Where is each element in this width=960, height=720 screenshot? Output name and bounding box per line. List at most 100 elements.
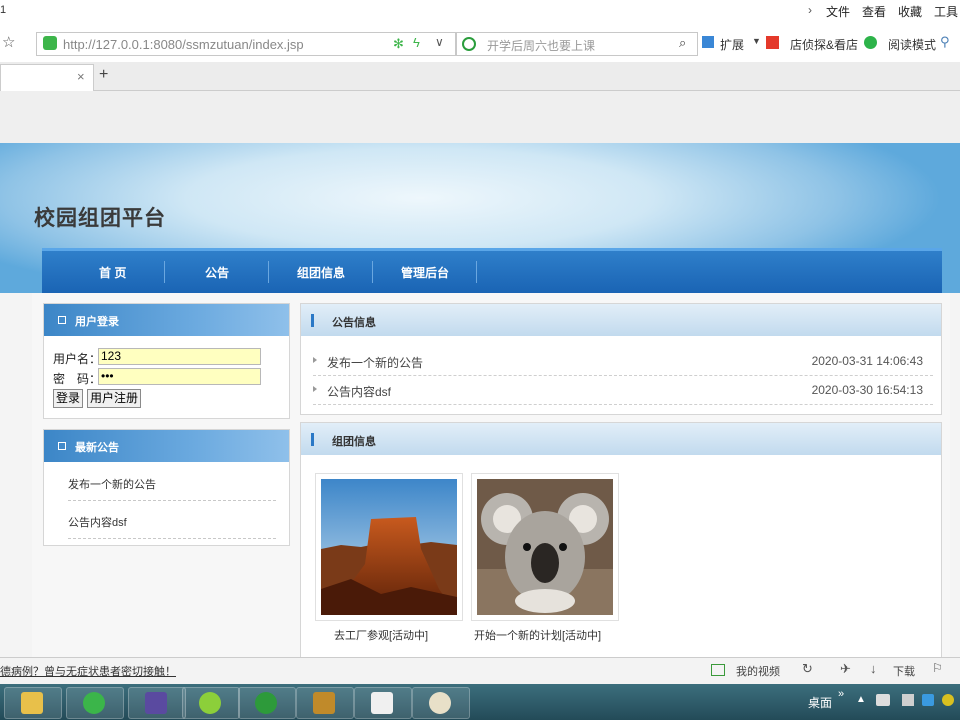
nav-admin[interactable]: 管理后台: [401, 264, 449, 281]
tray-icon[interactable]: [942, 694, 954, 706]
nav-separator: [372, 261, 373, 283]
extend-dropdown-icon[interactable]: ▼: [752, 36, 761, 46]
group-card[interactable]: [315, 473, 463, 621]
zoom-icon[interactable]: ⚲: [940, 34, 950, 50]
address-bar[interactable]: http://127.0.0.1:8080/ssmzutuan/index.js…: [36, 32, 456, 56]
register-button[interactable]: 用户注册: [87, 389, 142, 408]
ide-icon: [145, 692, 167, 714]
browser-status-bar: 德病例？曾与无症状患者密切接触！ 我的视频 ↻ ✈ ↓ 下载 ⚐: [0, 657, 960, 684]
nav-separator: [476, 261, 477, 283]
flag-icon[interactable]: ⚐: [932, 661, 943, 675]
site-title: 校园组团平台: [34, 207, 166, 230]
taskbar-app[interactable]: [182, 687, 240, 719]
tray-up-icon[interactable]: ▲: [856, 694, 866, 705]
shop-icon[interactable]: [766, 36, 779, 49]
announcements-panel: 公告信息 发布一个新的公告 2020-03-31 14:06:43 公告内容ds…: [300, 303, 942, 415]
compat-icon[interactable]: ✻: [393, 36, 404, 52]
browser-title-bar: 1 › 文件 查看 收藏 工具: [0, 0, 960, 22]
announcements-title: 公告信息: [332, 317, 376, 329]
pin-icon[interactable]: ✈: [840, 661, 851, 677]
taskbar-explorer[interactable]: [4, 687, 62, 719]
group-label[interactable]: 开始一个新的计划[活动中]: [474, 627, 601, 643]
menu-favorites[interactable]: 收藏: [898, 3, 922, 20]
group-label[interactable]: 去工厂参观[活动中]: [334, 627, 428, 643]
reading-icon[interactable]: [864, 36, 877, 49]
login-panel: 用户登录 用户名： 123 密 码： ••• 登录 用户注册: [43, 303, 290, 419]
os-taskbar: 桌面 » ▲: [0, 684, 960, 720]
nav-separator: [164, 261, 165, 283]
shield-icon: [43, 36, 57, 50]
reading-label[interactable]: 阅读模式: [888, 36, 936, 53]
expand-icon[interactable]: »: [838, 688, 844, 700]
url-text[interactable]: http://127.0.0.1:8080/ssmzutuan/index.js…: [63, 37, 304, 52]
app-icon: [429, 692, 451, 714]
lightning-icon[interactable]: ϟ: [413, 35, 420, 50]
folder-icon: [21, 692, 43, 714]
square-icon: [58, 442, 66, 450]
refresh-icon[interactable]: ↻: [802, 661, 813, 677]
menu-tools[interactable]: 工具: [934, 3, 958, 20]
search-box[interactable]: 开学后周六也要上课 ⌕: [456, 32, 698, 56]
bullet-arrow-icon: [313, 357, 317, 363]
my-videos-label[interactable]: 我的视频: [736, 663, 780, 679]
download-arrow-icon[interactable]: ↓: [870, 661, 877, 676]
announcement-row[interactable]: 发布一个新的公告 2020-03-31 14:06:43: [313, 347, 933, 376]
bullet-arrow-icon: [313, 386, 317, 392]
search-icon[interactable]: ⌕: [679, 35, 686, 51]
taskbar-ide[interactable]: [128, 687, 186, 719]
extend-icon[interactable]: [702, 36, 714, 48]
groups-panel: 组团信息 去工厂参观[活动中] 开始一个新的计划[活动中]: [300, 422, 942, 660]
login-header: 用户登录: [44, 304, 289, 336]
tray-icon[interactable]: [876, 694, 890, 706]
announcements-header: 公告信息: [301, 304, 941, 336]
search-engine-icon[interactable]: [462, 37, 476, 51]
shop-label[interactable]: 店侦探&看店: [790, 36, 858, 53]
chevron-right-icon[interactable]: ›: [808, 3, 812, 17]
browser-icon: [83, 692, 105, 714]
nav-home[interactable]: 首 页: [99, 264, 126, 281]
announcement-title[interactable]: 公告内容dsf: [327, 383, 391, 400]
groups-title: 组团信息: [332, 436, 376, 448]
announcement-title[interactable]: 发布一个新的公告: [327, 354, 423, 371]
close-tab-icon[interactable]: ×: [77, 69, 85, 84]
latest-announcement-item[interactable]: 公告内容dsf: [68, 514, 127, 530]
extend-label[interactable]: 扩展: [720, 36, 744, 53]
dropdown-icon[interactable]: ∨: [435, 35, 444, 49]
nav-groups[interactable]: 组团信息: [297, 264, 345, 281]
username-input[interactable]: 123: [98, 348, 261, 365]
video-icon[interactable]: [711, 664, 725, 676]
group-card[interactable]: [471, 473, 619, 621]
main-nav: 首 页 公告 组团信息 管理后台: [42, 248, 942, 293]
star-icon[interactable]: ☆: [2, 33, 15, 51]
latest-announcement-item[interactable]: 发布一个新的公告: [68, 476, 156, 492]
login-button[interactable]: 登录: [53, 389, 84, 408]
nav-announcements[interactable]: 公告: [205, 264, 229, 281]
tray-icon[interactable]: [922, 694, 934, 706]
divider: [68, 500, 276, 501]
status-news-link[interactable]: 德病例？曾与无症状患者密切接触！: [0, 663, 176, 679]
password-label: 密 码：: [53, 372, 102, 386]
header-bar-icon: [311, 314, 314, 327]
menu-view[interactable]: 查看: [862, 3, 886, 20]
taskbar-paw[interactable]: [238, 687, 296, 719]
taskbar-book[interactable]: [296, 687, 354, 719]
browser-tab[interactable]: ×: [0, 64, 94, 91]
app-icon: [199, 692, 221, 714]
desert-rock-photo[interactable]: [321, 479, 457, 615]
new-tab-button[interactable]: +: [99, 66, 108, 84]
square-icon: [58, 316, 66, 324]
desktop-label[interactable]: 桌面: [808, 694, 832, 711]
tray-icon[interactable]: [902, 694, 914, 706]
taskbar-browser[interactable]: [66, 687, 124, 719]
taskbar-other[interactable]: [412, 687, 470, 719]
menu-file[interactable]: 文件: [826, 3, 850, 20]
announcement-row[interactable]: 公告内容dsf 2020-03-30 16:54:13: [313, 376, 933, 405]
password-input[interactable]: •••: [98, 368, 261, 385]
search-placeholder: 开学后周六也要上课: [487, 39, 596, 53]
koala-photo[interactable]: [477, 479, 613, 615]
taskbar-java[interactable]: [354, 687, 412, 719]
announcement-date: 2020-03-31 14:06:43: [811, 354, 923, 368]
divider: [68, 538, 276, 539]
download-label[interactable]: 下载: [893, 663, 915, 679]
username-label: 用户名：: [53, 352, 102, 366]
